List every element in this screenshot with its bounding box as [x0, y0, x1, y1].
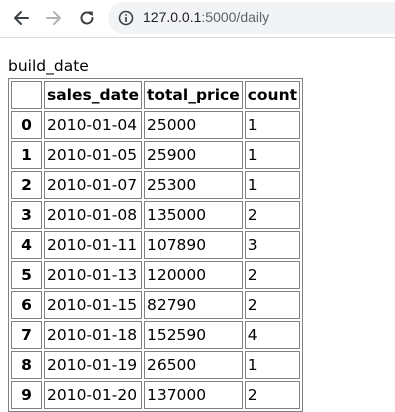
- cell-total-price: 137000: [143, 381, 243, 409]
- url-text[interactable]: 127.0.0.1:5000/daily: [143, 9, 269, 25]
- forward-button[interactable]: [41, 5, 67, 31]
- column-header-count: count: [244, 81, 301, 109]
- cell-sales-date: 2010-01-08: [44, 201, 142, 229]
- cell-count: 2: [244, 381, 301, 409]
- table-row: 5 2010-01-13 120000 2: [11, 261, 301, 289]
- cell-sales-date: 2010-01-04: [44, 111, 142, 139]
- row-index: 4: [11, 231, 42, 259]
- table-row: 9 2010-01-20 137000 2: [11, 381, 301, 409]
- back-button[interactable]: [8, 5, 34, 31]
- table-row: 8 2010-01-19 26500 1: [11, 351, 301, 379]
- row-index: 7: [11, 321, 42, 349]
- table-row: 0 2010-01-04 25000 1: [11, 111, 301, 139]
- cell-total-price: 26500: [143, 351, 243, 379]
- column-header-index: [11, 81, 42, 109]
- cell-sales-date: 2010-01-15: [44, 291, 142, 319]
- row-index: 0: [11, 111, 42, 139]
- cell-count: 4: [244, 321, 301, 349]
- cell-sales-date: 2010-01-13: [44, 261, 142, 289]
- table-row: 4 2010-01-11 107890 3: [11, 231, 301, 259]
- row-index: 8: [11, 351, 42, 379]
- row-index: 9: [11, 381, 42, 409]
- reload-button[interactable]: [74, 5, 100, 31]
- cell-sales-date: 2010-01-07: [44, 171, 142, 199]
- column-header-total-price: total_price: [143, 81, 243, 109]
- cell-total-price: 25300: [143, 171, 243, 199]
- cell-count: 3: [244, 231, 301, 259]
- cell-count: 2: [244, 201, 301, 229]
- row-index: 2: [11, 171, 42, 199]
- page-content: build_date sales_date total_price count …: [8, 56, 304, 412]
- table-row: 3 2010-01-08 135000 2: [11, 201, 301, 229]
- table-row: 7 2010-01-18 152590 4: [11, 321, 301, 349]
- cell-count: 1: [244, 171, 301, 199]
- table-header-row: sales_date total_price count: [11, 81, 301, 109]
- address-bar[interactable]: 127.0.0.1:5000/daily: [108, 2, 395, 34]
- row-index: 5: [11, 261, 42, 289]
- cell-count: 2: [244, 261, 301, 289]
- cell-count: 2: [244, 291, 301, 319]
- cell-total-price: 135000: [143, 201, 243, 229]
- page-title: build_date: [8, 57, 89, 75]
- browser-toolbar: 127.0.0.1:5000/daily: [0, 0, 395, 38]
- table-row: 2 2010-01-07 25300 1: [11, 171, 301, 199]
- cell-sales-date: 2010-01-18: [44, 321, 142, 349]
- reload-icon: [80, 11, 94, 25]
- info-icon[interactable]: [118, 10, 134, 26]
- row-index: 6: [11, 291, 42, 319]
- table-row: 6 2010-01-15 82790 2: [11, 291, 301, 319]
- cell-sales-date: 2010-01-05: [44, 141, 142, 169]
- cell-total-price: 107890: [143, 231, 243, 259]
- cell-total-price: 25900: [143, 141, 243, 169]
- row-index: 1: [11, 141, 42, 169]
- url-host: 127.0.0.1: [143, 9, 202, 25]
- row-index: 3: [11, 201, 42, 229]
- cell-total-price: 120000: [143, 261, 243, 289]
- cell-total-price: 152590: [143, 321, 243, 349]
- cell-total-price: 82790: [143, 291, 243, 319]
- data-table: sales_date total_price count 0 2010-01-04…: [8, 78, 304, 412]
- cell-count: 1: [244, 141, 301, 169]
- table-body: 0 2010-01-04 25000 1 1 2010-01-05 25900 1 2 2010-…: [11, 111, 301, 409]
- forward-arrow-icon: [46, 11, 61, 25]
- cell-count: 1: [244, 351, 301, 379]
- cell-count: 1: [244, 111, 301, 139]
- table-row: 1 2010-01-05 25900 1: [11, 141, 301, 169]
- cell-sales-date: 2010-01-19: [44, 351, 142, 379]
- cell-sales-date: 2010-01-11: [44, 231, 142, 259]
- column-header-sales-date: sales_date: [44, 81, 142, 109]
- url-path: :5000/daily: [201, 9, 270, 25]
- back-arrow-icon: [14, 11, 29, 25]
- cell-total-price: 25000: [143, 111, 243, 139]
- cell-sales-date: 2010-01-20: [44, 381, 142, 409]
